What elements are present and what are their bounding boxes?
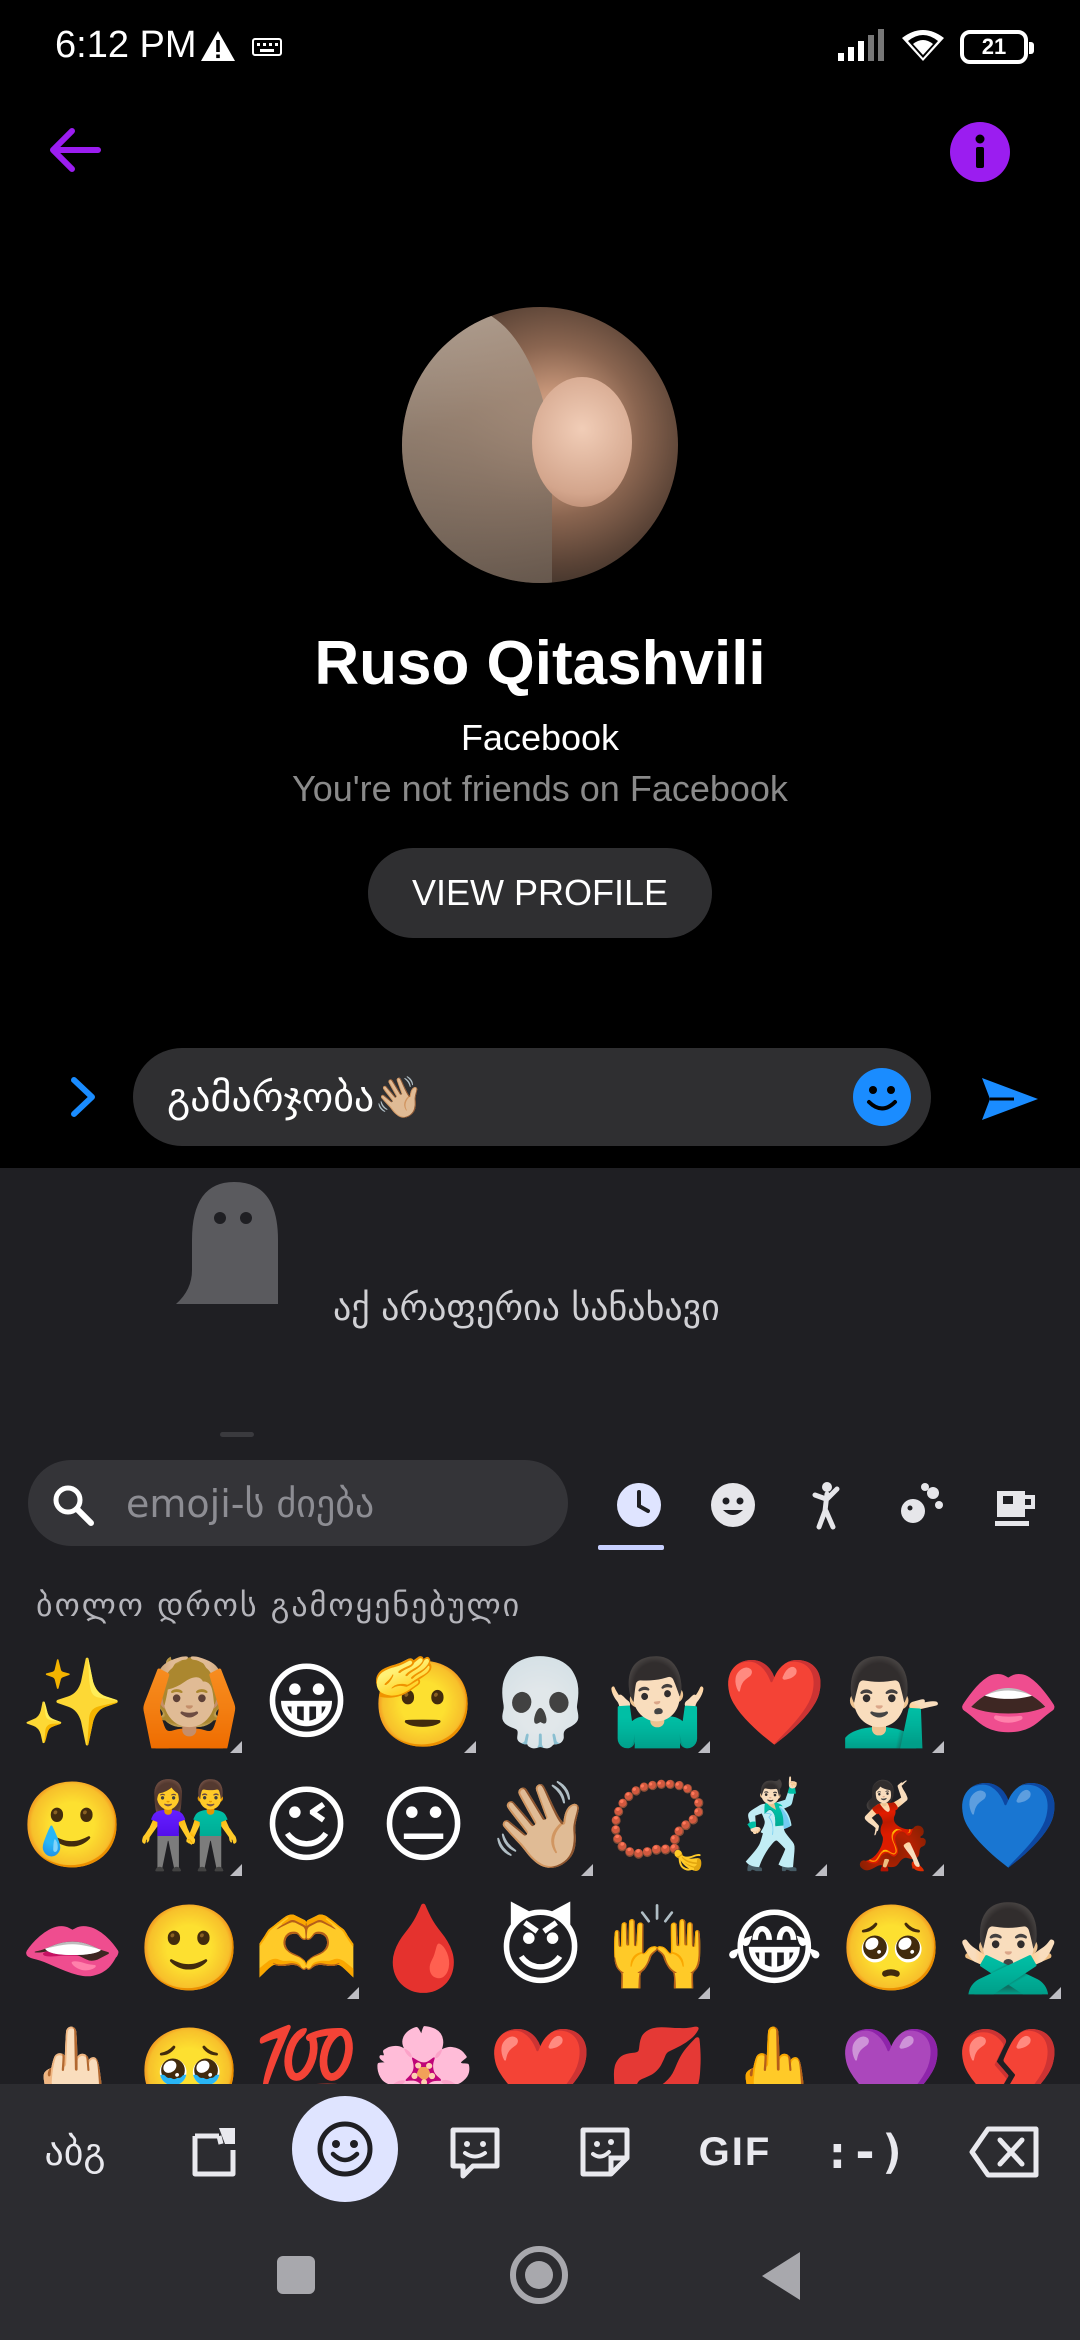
emoji-key[interactable]: 🙅🏻‍♂️: [950, 1886, 1067, 2009]
tab-smileys[interactable]: [686, 1470, 780, 1540]
backspace-button[interactable]: [955, 2102, 1055, 2202]
emoji-key[interactable]: 🖕🏻: [14, 2009, 131, 2085]
animal-category-icon: [901, 1483, 943, 1523]
tab-animals[interactable]: [874, 1470, 968, 1540]
emoji-key[interactable]: 🙌: [599, 1886, 716, 2009]
tab-recent[interactable]: [592, 1470, 686, 1550]
recent-section-label: ბოლო დროს გამოყენებული: [36, 1586, 522, 1624]
emoji-key[interactable]: 💙: [950, 1763, 1067, 1886]
emoji-key[interactable]: 🥺: [833, 1886, 950, 2009]
tab-people[interactable]: [780, 1470, 874, 1540]
message-input[interactable]: გამარჯობა👋🏼: [133, 1048, 931, 1146]
emoji-key[interactable]: 🥲: [14, 1763, 131, 1886]
emoji-key[interactable]: ❤️: [716, 1640, 833, 1763]
battery-icon: 21: [960, 30, 1034, 64]
view-profile-button[interactable]: VIEW PROFILE: [368, 848, 712, 938]
send-button[interactable]: [980, 1074, 1040, 1124]
keyboard-icon: [252, 38, 282, 60]
sticker-icon: [580, 2127, 630, 2177]
emoji-grid: ✨ 🙆🏼 😀 🫡 💀 🤷🏻‍♂️ ❤️ 💁🏻‍♂️ 👄 🥲 👫 😉 😐 👋🏼 📿 🕺🏻 💃🏻 💙 🫦 🙂 🫶 🩸 😈 🙌 😂 🥺 🙅…: [14, 1640, 1080, 2084]
emoji-key[interactable]: 😐: [365, 1763, 482, 1886]
food-category-icon: [995, 1491, 1035, 1526]
system-nav-bar: [0, 2214, 1080, 2340]
emoji-key[interactable]: 🖕: [716, 2009, 833, 2085]
emoji-key[interactable]: 🙂: [131, 1886, 248, 2009]
clipboard-icon: [192, 2128, 236, 2177]
avatar[interactable]: [402, 307, 678, 583]
emoji-key[interactable]: 😉: [248, 1763, 365, 1886]
smiley-icon: [867, 1086, 897, 1111]
status-time: 6:12 PM: [55, 24, 197, 66]
clock-icon: [617, 1483, 661, 1527]
keyboard-toolbar: აბგ GIF :-): [0, 2084, 1080, 2214]
emoji-key[interactable]: 👫: [131, 1763, 248, 1886]
profile-subtitle: Facebook: [460, 717, 620, 758]
send-icon: [982, 1078, 1038, 1120]
emoji-key[interactable]: 📿: [599, 1763, 716, 1886]
emoji-key[interactable]: 💋: [599, 2009, 716, 2085]
emoji-key[interactable]: 💀: [482, 1640, 599, 1763]
emoji-key[interactable]: 🫶: [248, 1886, 365, 2009]
relationship-status: You're not friends on Facebook: [292, 768, 788, 809]
emoji-key[interactable]: 🙆🏼: [131, 1640, 248, 1763]
emoji-sticker-icon: [450, 2127, 500, 2179]
arrow-left-icon: [50, 128, 101, 172]
info-icon: [975, 134, 985, 168]
tab-food[interactable]: [968, 1470, 1062, 1540]
emoticon-button[interactable]: :-): [815, 2102, 915, 2202]
recents-icon[interactable]: [277, 2256, 315, 2294]
back-button[interactable]: [40, 115, 110, 185]
emoji-key[interactable]: 🫡: [365, 1640, 482, 1763]
emoji-key[interactable]: ✨: [14, 1640, 131, 1763]
emoji-search-input[interactable]: emoji-ს ძიება: [28, 1460, 568, 1546]
tab-travel[interactable]: [1062, 1470, 1080, 1540]
emoji-key[interactable]: 💃🏻: [833, 1763, 950, 1886]
smiley-category-icon: [711, 1483, 755, 1527]
clipboard-button[interactable]: [165, 2102, 265, 2202]
ghost-icon: [172, 1180, 290, 1306]
emoji-key[interactable]: 👄: [950, 1640, 1067, 1763]
drag-handle[interactable]: [220, 1432, 254, 1437]
emoji-category-tabs: [592, 1470, 1080, 1550]
sticker-button[interactable]: [555, 2102, 655, 2202]
person-category-icon: [812, 1482, 840, 1530]
emoji-key[interactable]: 🤷🏻‍♂️: [599, 1640, 716, 1763]
emoji-key[interactable]: 😈: [482, 1886, 599, 2009]
info-button[interactable]: [950, 122, 1010, 182]
search-placeholder: emoji-ს ძიება: [126, 1482, 375, 1526]
emoji-key[interactable]: 🥹: [131, 2009, 248, 2085]
emoji-key[interactable]: 😀: [248, 1640, 365, 1763]
home-icon[interactable]: [510, 2246, 568, 2304]
search-icon: [53, 1485, 94, 1526]
emoji-key[interactable]: 💯: [248, 2009, 365, 2085]
message-text[interactable]: გამარჯობა👋🏼: [167, 1074, 424, 1121]
signal-icon: [836, 29, 886, 65]
emoji-sticker-button[interactable]: [425, 2102, 525, 2202]
battery-level: 21: [981, 34, 1007, 59]
emoji-key[interactable]: 🩸: [365, 1886, 482, 2009]
emoji-key[interactable]: 💁🏻‍♂️: [833, 1640, 950, 1763]
emoji-tab-button[interactable]: [292, 2096, 398, 2202]
wifi-icon: [900, 28, 946, 66]
backspace-icon: [969, 2126, 1039, 2178]
profile-name: Ruso Qitashvili: [314, 629, 766, 698]
emoji-key[interactable]: ❤️: [482, 2009, 599, 2085]
warning-icon: [200, 30, 236, 66]
emoji-button[interactable]: [853, 1068, 911, 1126]
emoji-key[interactable]: 😂: [716, 1886, 833, 2009]
gif-button[interactable]: GIF: [685, 2102, 785, 2202]
abc-keyboard-button[interactable]: აბგ: [25, 2102, 125, 2202]
emoji-key[interactable]: 💔: [950, 2009, 1067, 2085]
emoji-key[interactable]: 🕺🏻: [716, 1763, 833, 1886]
emoji-key[interactable]: 🫦: [14, 1886, 131, 2009]
empty-state-text: აქ არაფერია სანახავი: [333, 1288, 720, 1329]
back-icon[interactable]: [762, 2252, 800, 2300]
emoji-icon: [317, 2121, 373, 2177]
emoji-key[interactable]: 💜: [833, 2009, 950, 2085]
chevron-right-icon: [71, 1077, 95, 1117]
expand-actions-button[interactable]: [62, 1072, 106, 1122]
emoji-key[interactable]: 👋🏼: [482, 1763, 599, 1886]
status-bar: 6:12 PM 21: [0, 0, 1080, 96]
emoji-key[interactable]: 🌸: [365, 2009, 482, 2085]
